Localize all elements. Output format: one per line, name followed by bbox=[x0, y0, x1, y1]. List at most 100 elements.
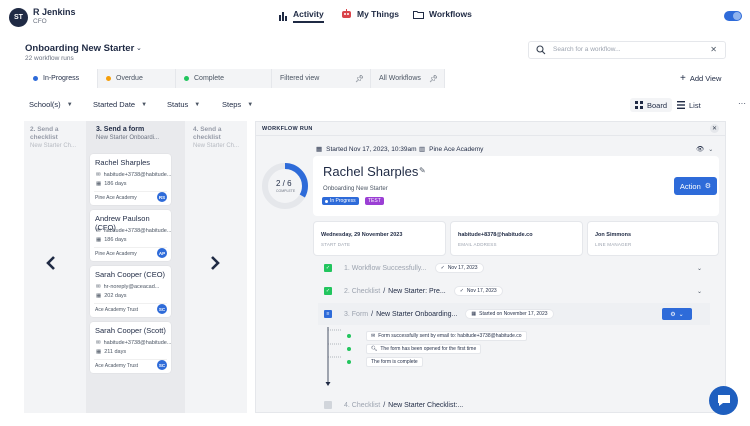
card-email-text: hr-noreply@aceacad... bbox=[103, 284, 160, 290]
workflow-step[interactable]: ✓ 1. Workflow Successfully... ✓ Nov 17, 2… bbox=[318, 257, 710, 279]
run-summary-card: Rachel Sharples ✎ Onboarding New Starter… bbox=[313, 156, 719, 216]
calendar-icon: ▦ bbox=[96, 293, 102, 299]
step-title: 1. Workflow Successfully... bbox=[344, 264, 427, 272]
nav-workflows-label: Workflows bbox=[429, 9, 472, 19]
info-email: habitude+8378@habitude.co EMAIL ADDRESS bbox=[450, 221, 583, 256]
filter-label: Status bbox=[167, 100, 189, 109]
card-email: ✉ habitude+3738@habitude... bbox=[96, 340, 171, 346]
tab-complete[interactable]: Complete bbox=[176, 69, 272, 88]
status-dot bbox=[184, 76, 189, 81]
folder-icon bbox=[413, 10, 424, 19]
edit-icon[interactable]: ✎ bbox=[419, 166, 426, 175]
add-view-button[interactable]: + Add View bbox=[680, 73, 721, 84]
column-title: 2. Send a checklist bbox=[30, 126, 59, 141]
search-input[interactable]: Search for a workflow... ✕ bbox=[528, 41, 726, 59]
workflow-card[interactable]: Rachel Sharples ✉ habitude+3738@habitude.… bbox=[90, 154, 171, 205]
card-email: ✉ habitude+3738@habitude... bbox=[96, 228, 171, 234]
calendar-icon: ▦ bbox=[471, 311, 477, 317]
card-days: ▦ 186 days bbox=[96, 181, 127, 187]
run-count: 22 workflow runs bbox=[25, 55, 74, 62]
school-meta: ▥ Pine Ace Academy bbox=[419, 145, 483, 154]
card-email: ✉ habitude+3738@habitude... bbox=[96, 172, 171, 178]
mail-icon: ✉ bbox=[96, 340, 101, 346]
card-days-text: 186 days bbox=[104, 237, 127, 243]
chevron-down-icon[interactable]: ⌄ bbox=[136, 44, 142, 52]
card-days-text: 186 days bbox=[104, 181, 127, 187]
filter-started-date[interactable]: Started Date ▼ bbox=[93, 100, 147, 109]
step-settings-button[interactable]: ⚙︎ ⌄ bbox=[662, 308, 692, 320]
status-text: In Progress bbox=[330, 198, 356, 204]
mail-icon: ✉ bbox=[96, 284, 101, 290]
chevron-down-icon[interactable]: ⌄ bbox=[697, 265, 702, 272]
theme-toggle[interactable] bbox=[724, 11, 742, 21]
filter-status[interactable]: Status ▼ bbox=[167, 100, 200, 109]
tab-filtered-view[interactable]: Filtered view 📌︎ bbox=[272, 69, 371, 88]
card-days: ▦ 202 days bbox=[96, 293, 127, 299]
add-view-label: Add View bbox=[689, 74, 722, 83]
card-email-text: habitude+3738@habitude... bbox=[103, 172, 172, 178]
pending-icon bbox=[324, 401, 332, 409]
card-days-text: 211 days bbox=[104, 349, 127, 355]
tab-overdue[interactable]: Overdue bbox=[98, 69, 176, 88]
mail-icon: ✉ bbox=[96, 172, 101, 178]
tab-in-progress[interactable]: In-Progress bbox=[25, 69, 98, 88]
chat-icon bbox=[717, 395, 730, 406]
user-avatar[interactable]: ST bbox=[9, 8, 28, 27]
history-dot bbox=[347, 360, 351, 364]
card-days-text: 202 days bbox=[104, 293, 127, 299]
page-title[interactable]: Onboarding New Starter bbox=[25, 43, 134, 54]
nav-my-things[interactable]: My Things bbox=[341, 9, 399, 19]
step-date: ✓ Nov 17, 2023 bbox=[434, 263, 484, 273]
more-options-icon[interactable]: ··· bbox=[738, 99, 746, 108]
filter-steps[interactable]: Steps ▼ bbox=[222, 100, 253, 109]
workflow-step-active[interactable]: ≡ 3. Form / New Starter Onboarding... ▦ S… bbox=[318, 303, 710, 325]
building-icon: ▥ bbox=[419, 146, 426, 153]
panel-header: WORKFLOW RUN ✕ bbox=[256, 122, 725, 136]
card-email: ✉ hr-noreply@aceacad... bbox=[96, 284, 159, 290]
column-header: 3. Send a form New Starter Onboardi... bbox=[96, 126, 159, 142]
chevron-down-icon: ▼ bbox=[194, 101, 201, 108]
pin-icon[interactable]: 📌︎ bbox=[355, 75, 364, 83]
tab-all-workflows[interactable]: All Workflows 📌︎ bbox=[371, 69, 445, 88]
chevron-down-icon[interactable]: ⌄ bbox=[697, 288, 702, 295]
close-icon[interactable]: ✕ bbox=[710, 124, 719, 133]
watch-toggle[interactable]: 👁︎ ⌄ bbox=[696, 145, 713, 153]
clear-search-icon[interactable]: ✕ bbox=[710, 45, 717, 54]
nav-activity[interactable]: Activity bbox=[278, 9, 324, 23]
workflow-card[interactable]: Sarah Cooper (CEO) ✉ hr-noreply@aceacad..… bbox=[90, 266, 171, 317]
info-key: LINE MANAGER bbox=[595, 242, 632, 247]
chat-button[interactable] bbox=[709, 386, 738, 415]
started-meta: ▦ Started Nov 17, 2023, 10:39am bbox=[316, 145, 417, 154]
chevron-right-icon[interactable] bbox=[209, 255, 221, 271]
calendar-icon: ▦ bbox=[96, 237, 102, 243]
list-label: List bbox=[689, 100, 701, 110]
workflow-card[interactable]: Sarah Cooper (Scott) ✉ habitude+3738@habi… bbox=[90, 322, 171, 373]
chevron-down-icon: ⌄ bbox=[708, 146, 714, 153]
divider bbox=[94, 303, 167, 304]
step-date: ▦ Started on November 17, 2023 bbox=[465, 309, 554, 319]
search-placeholder: Search for a workflow... bbox=[553, 46, 621, 53]
workflow-run-panel: WORKFLOW RUN ✕ ▦ Started Nov 17, 2023, 1… bbox=[255, 121, 726, 413]
nav-workflows[interactable]: Workflows bbox=[413, 9, 472, 19]
search-icon bbox=[536, 45, 546, 55]
step-date-text: Nov 17, 2023 bbox=[447, 265, 478, 271]
board-view-button[interactable]: Board bbox=[630, 98, 673, 112]
chevron-down-icon: ▼ bbox=[141, 101, 148, 108]
workflow-step[interactable]: ✓ 2. Checklist / New Starter: Pre... ✓ No… bbox=[318, 280, 710, 302]
list-view-button[interactable]: List bbox=[672, 98, 706, 112]
tab-label: Complete bbox=[194, 75, 224, 82]
chevron-down-icon: ▼ bbox=[247, 101, 254, 108]
status-dot bbox=[106, 76, 111, 81]
filter-schools[interactable]: School(s) ▼ bbox=[29, 100, 73, 109]
workflow-step[interactable]: 4. Checklist / New Starter Checklist:... bbox=[318, 394, 710, 416]
pin-icon[interactable]: 📌︎ bbox=[429, 75, 438, 83]
workflow-card[interactable]: Andrew Paulson (CFO) ✉ habitude+3738@habi… bbox=[90, 210, 171, 261]
action-button[interactable]: Action ⚙︎ bbox=[674, 177, 717, 195]
column-title: 4. Send a checklist bbox=[193, 126, 222, 141]
action-label: Action bbox=[679, 181, 701, 191]
progress-label: COMPLETE bbox=[276, 189, 296, 193]
user-name: R Jenkins bbox=[33, 7, 76, 17]
info-value: habitude+8378@habitude.co bbox=[458, 232, 533, 238]
chevron-left-icon[interactable] bbox=[45, 255, 57, 271]
robot-icon bbox=[342, 9, 351, 18]
